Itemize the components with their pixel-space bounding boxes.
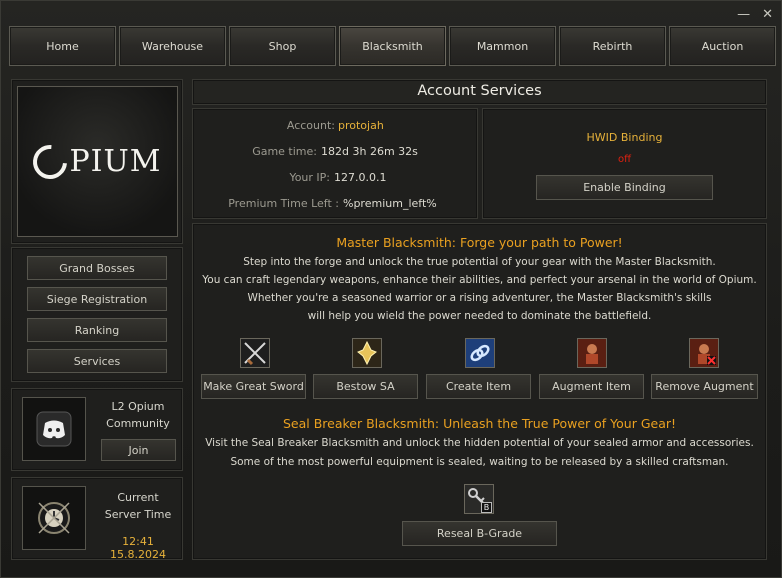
nav-blacksmith[interactable]: Blacksmith (339, 26, 446, 66)
crossed-swords-icon (240, 338, 270, 368)
clock-icon (38, 502, 70, 534)
opium-logo: PIUM (17, 86, 178, 237)
bestow-sa-button[interactable]: Bestow SA (313, 374, 418, 399)
clock-icon-frame (22, 486, 86, 550)
nav-mammon[interactable]: Mammon (449, 26, 556, 66)
sidebar-item-ranking[interactable]: Ranking (27, 318, 167, 342)
augment-item-button[interactable]: Augment Item (539, 374, 644, 399)
server-time-value: 12:41 15.8.2024 (110, 535, 166, 561)
hwid-status: off (617, 154, 631, 165)
master-line-3: Whether you're a seasoned warrior or a r… (247, 292, 712, 304)
hwid-title: HWID Binding (586, 131, 663, 144)
premium-label: Premium Time Left : (228, 197, 339, 210)
top-nav: Home Warehouse Shop Blacksmith Mammon Re… (9, 26, 776, 66)
server-time-title: Current (117, 491, 159, 504)
sidebar-item-siege-registration[interactable]: Siege Registration (27, 287, 167, 311)
discord-icon-frame (22, 397, 86, 461)
app-window: — ✕ Home Warehouse Shop Blacksmith Mammo… (0, 0, 782, 578)
nav-rebirth[interactable]: Rebirth (559, 26, 666, 66)
remove-augment-icon (689, 338, 719, 368)
page-title: Account Services (417, 83, 542, 99)
seal-line-1: Visit the Seal Breaker Blacksmith and un… (205, 437, 754, 449)
minimize-icon[interactable]: — (737, 7, 750, 22)
master-title: Master Blacksmith: Forge your path to Po… (336, 235, 623, 250)
nav-home[interactable]: Home (9, 26, 116, 66)
seal-title: Seal Breaker Blacksmith: Unleash the Tru… (282, 416, 677, 431)
crystal-icon (352, 338, 382, 368)
window-controls: — ✕ (737, 7, 773, 22)
make-great-sword-button[interactable]: Make Great Sword (201, 374, 306, 399)
account-label: Account: (286, 119, 335, 132)
master-line-4: will help you wield the power needed to … (307, 310, 652, 322)
chain-link-icon (465, 338, 495, 368)
community-subtitle: Community (106, 417, 170, 430)
reseal-b-grade-button[interactable]: Reseal B-Grade (402, 521, 557, 546)
server-time-subtitle: Server Time (104, 508, 172, 521)
game-time-label: Game time: (252, 145, 317, 158)
enable-binding-button[interactable]: Enable Binding (536, 175, 713, 200)
seal-line-2: Some of the most powerful equipment is s… (230, 456, 729, 468)
nav-auction[interactable]: Auction (669, 26, 776, 66)
logo-text: PIUM (69, 144, 162, 179)
ip-label: Your IP: (289, 171, 330, 184)
nav-shop[interactable]: Shop (229, 26, 336, 66)
nav-warehouse[interactable]: Warehouse (119, 26, 226, 66)
discord-icon (36, 411, 72, 447)
remove-augment-button[interactable]: Remove Augment (651, 374, 758, 399)
grade-badge: B (481, 502, 492, 513)
close-icon[interactable]: ✕ (762, 7, 773, 22)
augment-icon (577, 338, 607, 368)
logo-o-mark (26, 137, 75, 186)
join-button[interactable]: Join (101, 439, 176, 461)
premium-value: %premium_left% (343, 197, 437, 210)
ip-value: 127.0.0.1 (334, 171, 387, 184)
community-title: L2 Opium (111, 400, 165, 413)
account-value: protojah (338, 119, 384, 132)
sidebar-item-grand-bosses[interactable]: Grand Bosses (27, 256, 167, 280)
sidebar-item-services[interactable]: Services (27, 349, 167, 373)
master-line-1: Step into the forge and unlock the true … (243, 256, 716, 268)
create-item-button[interactable]: Create Item (426, 374, 531, 399)
game-time-value: 182d 3h 26m 32s (321, 145, 418, 158)
master-line-2: You can craft legendary weapons, enhance… (202, 274, 757, 286)
blacksmith-content: Master Blacksmith: Forge your path to Po… (192, 223, 767, 560)
key-icon: B (464, 484, 494, 514)
